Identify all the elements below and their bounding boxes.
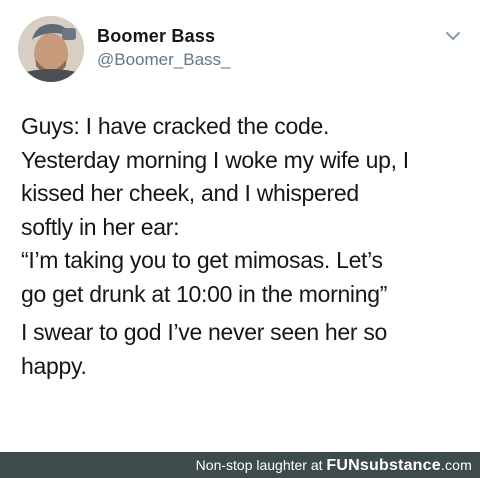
tweet-line: “I’m taking you to get mimosas. Let’s bbox=[21, 247, 383, 273]
chevron-down-icon[interactable] bbox=[443, 28, 463, 44]
tweet-line: I swear to god I’ve never seen her so bbox=[21, 319, 388, 345]
tweet-line: Yesterday morning I woke my wife up, I bbox=[21, 146, 409, 173]
watermark-brand-suffix: .com bbox=[440, 457, 472, 473]
tweet-text: Guys: I have cracked the code. Yesterday… bbox=[21, 110, 471, 383]
watermark-brand: FUNsubstance.com bbox=[326, 457, 472, 474]
watermark-prefix: Non-stop laughter at bbox=[195, 457, 323, 473]
tweet-line: kissed her cheek, and I whispered bbox=[21, 180, 359, 206]
tweet-line: go get drunk at 10:00 in the morning” bbox=[21, 280, 388, 307]
tweet-line: softly in her ear: bbox=[21, 213, 180, 240]
watermark-footer: Non-stop laughter at FUNsubstance.com bbox=[0, 452, 480, 478]
tweet-line: happy. bbox=[21, 352, 87, 379]
tweet-paragraph-2: I swear to god I’ve never seen her so ha… bbox=[21, 316, 471, 383]
tweet-line: Guys: I have cracked the code. bbox=[21, 113, 330, 139]
author-name[interactable]: Boomer Bass bbox=[97, 26, 215, 47]
tweet-paragraph-1: Guys: I have cracked the code. Yesterday… bbox=[21, 110, 471, 311]
avatar-image bbox=[18, 16, 84, 82]
tweet-card: Boomer Bass @Boomer_Bass_ Guys: I have c… bbox=[0, 0, 480, 452]
watermark-text: Non-stop laughter at FUNsubstance.com bbox=[196, 457, 472, 475]
avatar[interactable] bbox=[18, 16, 84, 82]
watermark-brand-name: FUNsubstance bbox=[326, 457, 441, 474]
author-handle[interactable]: @Boomer_Bass_ bbox=[97, 50, 231, 70]
